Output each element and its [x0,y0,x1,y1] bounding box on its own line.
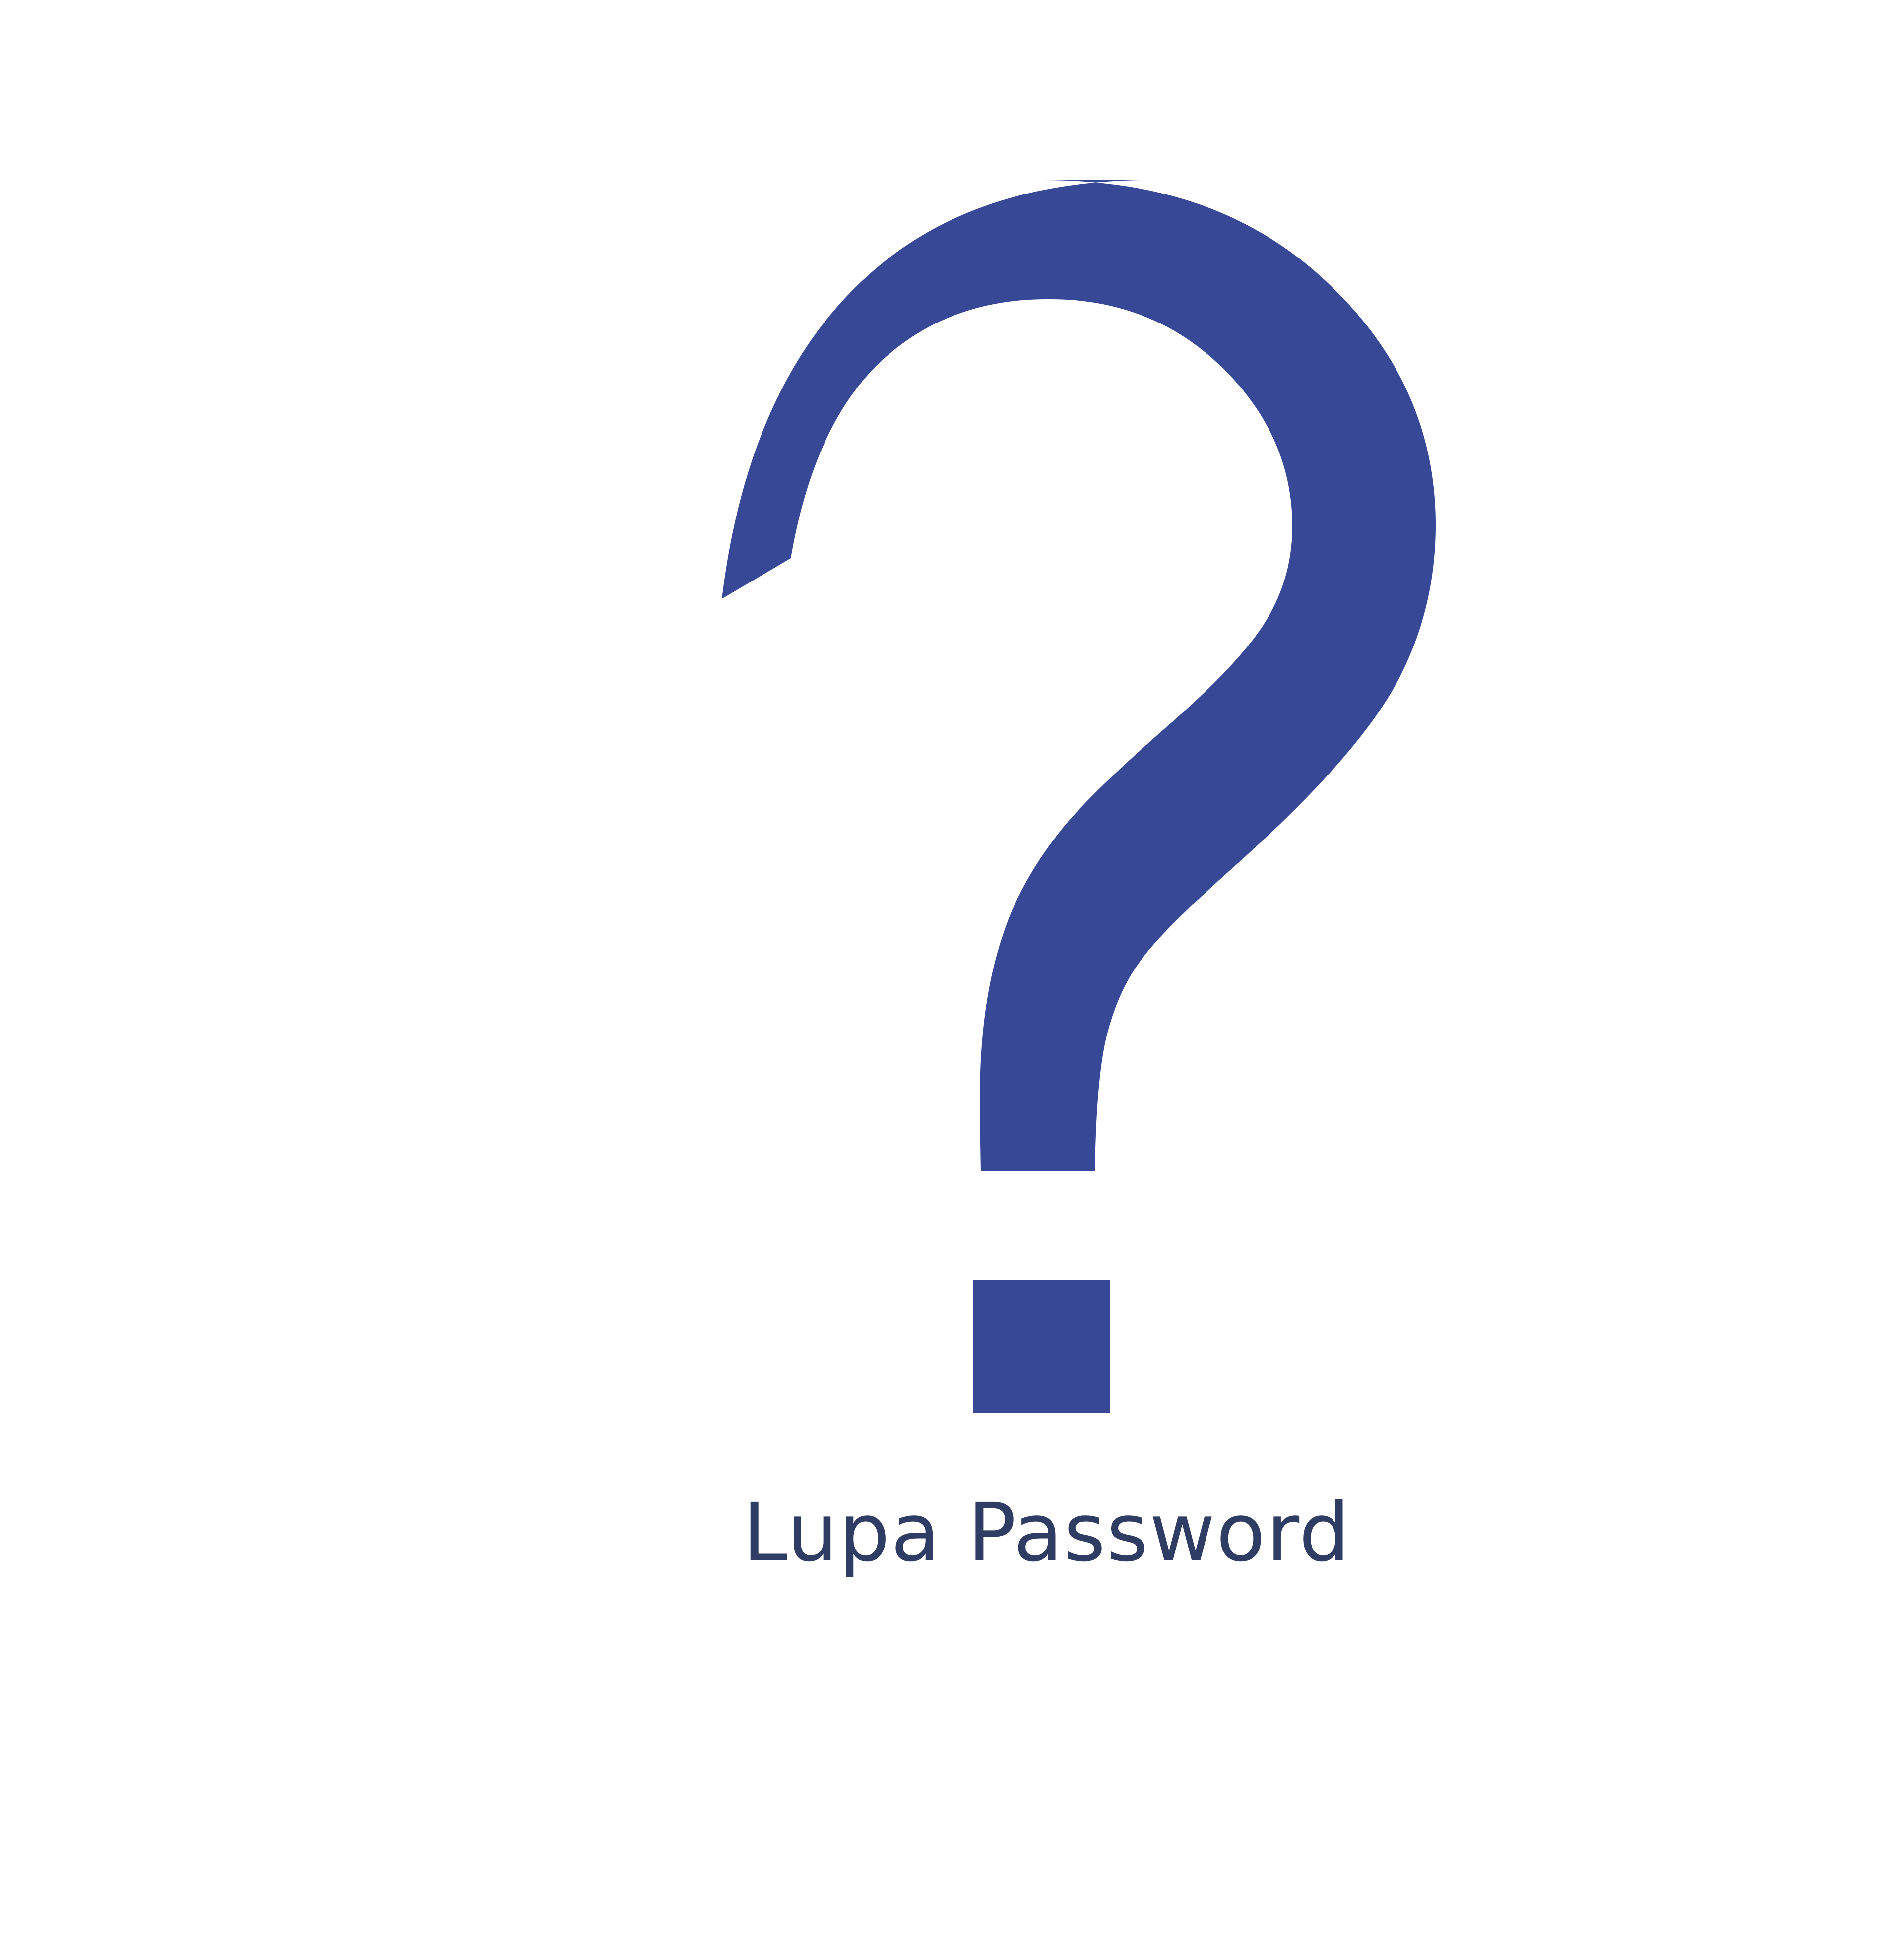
forgot-password-graphic: Lupa Password [0,0,1904,1938]
question-mark-icon [722,180,1436,1413]
question-mark-dot [973,1280,1110,1413]
question-mark-stroke [722,180,1436,1171]
forgot-password-caption: Lupa Password [742,1486,1351,1580]
